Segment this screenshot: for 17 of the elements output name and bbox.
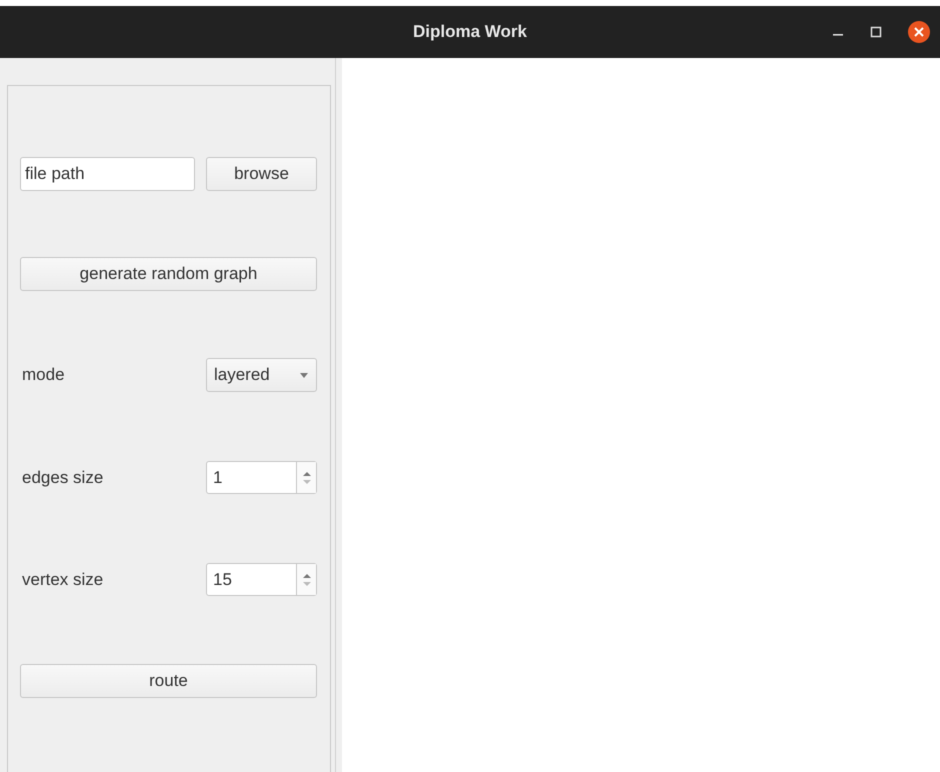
splitter-handle[interactable] — [335, 58, 342, 772]
spinbox-label: edges size — [21, 468, 104, 488]
spinbox[interactable]: 1 — [206, 461, 317, 494]
browse-button[interactable]: browse — [206, 157, 317, 191]
route-button[interactable]: route — [20, 664, 317, 698]
mode-label: mode — [21, 365, 65, 385]
file-path-field[interactable]: file path — [20, 157, 195, 191]
spinbox[interactable]: 15 — [206, 563, 317, 596]
maximize-icon[interactable] — [870, 26, 882, 38]
mode-dropdown[interactable]: layered — [206, 358, 317, 392]
spin-arrows-icon[interactable] — [302, 572, 310, 586]
window-title: Diploma Work — [413, 22, 527, 42]
spin-arrows-icon[interactable] — [302, 470, 310, 484]
close-icon[interactable] — [908, 21, 930, 43]
caret-icon — [300, 372, 308, 378]
generate-graph-button[interactable]: generate random graph — [20, 257, 317, 291]
spinbox-label: vertex size — [21, 570, 104, 590]
